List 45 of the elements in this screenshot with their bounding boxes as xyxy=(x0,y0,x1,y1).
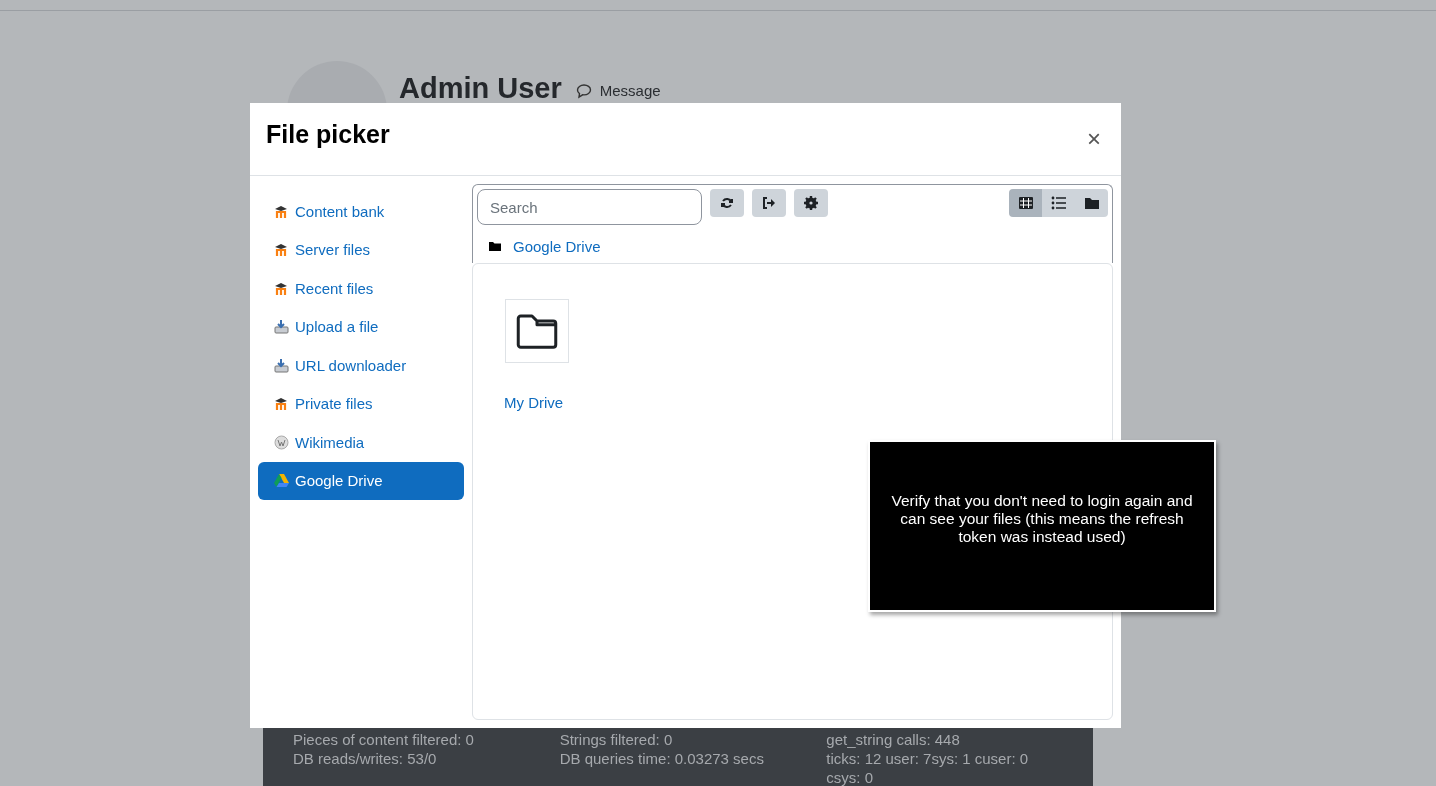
stat-text: get_string calls: 448 xyxy=(826,730,961,749)
folder-icon xyxy=(489,241,501,252)
breadcrumb-link[interactable]: Google Drive xyxy=(513,238,601,255)
stat-text: Pieces of content filtered: 0 xyxy=(293,730,475,749)
grid-icon xyxy=(1017,195,1034,211)
stat-text: ticks: 12 user: 7sys: 1 cuser: 0 xyxy=(826,749,1030,768)
dialog-title: File picker xyxy=(266,119,390,149)
repository-item[interactable]: Server files xyxy=(258,230,464,269)
repository-item[interactable]: Recent files xyxy=(258,269,464,308)
file-thumbnail[interactable] xyxy=(505,299,569,363)
settings-button[interactable] xyxy=(794,189,828,217)
refresh-button[interactable] xyxy=(710,189,744,217)
mortarboard-icon xyxy=(274,396,289,412)
mortarboard-icon xyxy=(274,280,289,296)
close-button[interactable]: × xyxy=(1083,125,1105,153)
speech-bubble-icon xyxy=(575,82,592,99)
tooltip-text: Verify that you don't need to login again and can see your files (this means the refresh token was instead used) xyxy=(890,492,1194,546)
mortarboard-icon xyxy=(274,242,289,258)
stat-text: DB reads/writes: 53/0 xyxy=(293,749,438,768)
file-name-link[interactable]: My Drive xyxy=(504,394,564,411)
logout-button[interactable] xyxy=(752,189,786,217)
settings-icon xyxy=(804,196,818,210)
stat-text: Strings filtered: 0 xyxy=(559,730,674,749)
tray-download-icon xyxy=(274,357,289,373)
logout-icon xyxy=(762,196,776,210)
user-name: Admin User xyxy=(399,72,562,105)
globe-icon xyxy=(274,434,289,450)
refresh-icon xyxy=(720,196,734,210)
list-icon xyxy=(1050,195,1067,211)
message-link[interactable]: Message xyxy=(575,82,661,99)
search-field[interactable]: Search xyxy=(477,189,702,225)
stat-text: csys: 0 xyxy=(826,768,875,786)
folder-icon xyxy=(1083,195,1100,211)
repository-item[interactable]: Upload a file xyxy=(258,307,464,346)
repository-item[interactable]: Content bank xyxy=(258,192,464,231)
view-mode-button[interactable] xyxy=(1075,189,1108,217)
view-mode-button[interactable] xyxy=(1009,189,1042,217)
triangle-logo-icon xyxy=(274,473,289,489)
tray-download-icon xyxy=(274,319,289,335)
mortarboard-icon xyxy=(274,203,289,219)
repository-item[interactable]: Private files xyxy=(258,384,464,423)
repository-item[interactable]: Wikimedia xyxy=(258,423,464,462)
stat-text: DB queries time: 0.03273 secs xyxy=(559,749,765,768)
repository-item[interactable]: Google Drive xyxy=(258,461,464,500)
repository-item[interactable]: URL downloader xyxy=(258,346,464,385)
